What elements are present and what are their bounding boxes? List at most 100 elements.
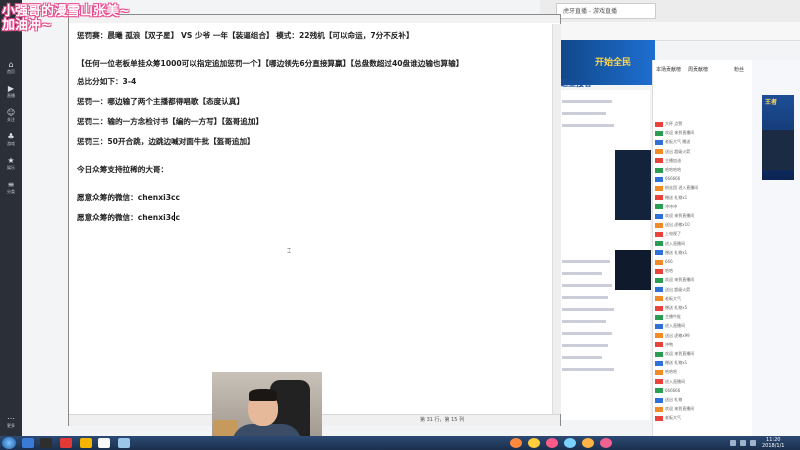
sidebar-item-label: 关注 (7, 117, 15, 122)
sidebar-item-ent[interactable]: ★ 娱乐 (2, 156, 20, 172)
user-badge-icon (655, 241, 663, 247)
streamer-hair (249, 389, 277, 401)
chat-message: 欢迎 来到直播间 (655, 276, 694, 283)
list-item[interactable] (562, 368, 614, 371)
user-badge-icon (655, 213, 663, 219)
tab-weekly[interactable]: 周贡献榜 (688, 66, 708, 73)
list-item[interactable] (562, 356, 602, 359)
chat-tabs: 本场贡献榜 周贡献榜 粉丝 (652, 66, 752, 78)
chat-message: 送出 超级火箭 (655, 148, 690, 155)
list-item[interactable] (562, 260, 610, 263)
list-item[interactable] (562, 272, 602, 275)
chat-message: 上电视了 (655, 230, 681, 237)
user-badge-icon (655, 388, 663, 394)
cursor-position: 第 31 行，第 15 列 (420, 417, 465, 423)
play-icon: ▶ (7, 84, 15, 93)
chat-message-text: 送出 超级火箭 (665, 286, 691, 292)
media-player-icon[interactable] (40, 438, 52, 448)
emoji-icon (546, 438, 558, 448)
chat-message: 送出 礼物 (655, 396, 682, 403)
list-item[interactable] (562, 296, 608, 299)
sidebar-item-category[interactable]: ≡ 分类 (2, 180, 20, 196)
video-thumbnail[interactable] (615, 250, 651, 290)
user-badge-icon (655, 296, 663, 302)
chat-message-text: 欢迎 来到直播间 (665, 213, 695, 218)
user-icon: ☺ (6, 108, 16, 117)
chat-message-text: 送出 礼物 (665, 397, 683, 402)
user-badge-icon (655, 342, 663, 348)
list-item[interactable] (562, 112, 606, 115)
mouse-cursor-icon: ⌶ (287, 247, 292, 255)
list-item[interactable] (562, 124, 614, 127)
chat-message: 666666 (655, 175, 680, 182)
browser-tab[interactable]: 虎牙直播 - 游戏直播 (556, 3, 656, 19)
user-badge-icon (655, 287, 663, 293)
app-sidebar: ⌂ 首页 ▶ 直播 ☺ 关注 ♣ 游戏 ★ 娱乐 ≡ 分类 ⋯ 更多 (0, 0, 22, 436)
chat-message: 哈哈哈哈 (655, 166, 681, 173)
chat-message: 主播牛批 (655, 313, 681, 320)
chat-message: 老板大气 (655, 295, 681, 302)
user-badge-icon (655, 333, 663, 339)
tab-fans[interactable]: 粉丝 (734, 66, 744, 73)
emoji-icon (564, 438, 576, 448)
volume-icon[interactable] (740, 440, 746, 446)
chat-message: 老板大气 (655, 414, 681, 421)
chat-message-text: 老板大气 赠送 (665, 139, 691, 145)
user-badge-icon (655, 195, 663, 201)
list-item[interactable] (562, 100, 612, 103)
list-icon: ≡ (7, 180, 15, 189)
list-item[interactable] (562, 344, 608, 347)
chat-message-text: 赠送 礼物x1 (665, 360, 688, 366)
chat-message: 赠送 礼物x5 (655, 304, 687, 311)
window-icon[interactable] (118, 438, 130, 448)
app-red-icon[interactable] (60, 438, 72, 448)
chat-message-text: 冲冲冲 (665, 203, 677, 209)
notepad-taskbar-icon[interactable] (98, 438, 110, 448)
sidebar-item-label: 分类 (7, 189, 15, 194)
notepad-scrollbar[interactable] (552, 24, 561, 414)
text-line: 【任何一位老板单挂众筹1000可以指定追加惩罚一个】【哪边领先6分直接算赢】【总… (77, 59, 464, 68)
sidebar-item-follow[interactable]: ☺ 关注 (2, 108, 20, 124)
network-icon[interactable] (730, 440, 736, 446)
list-item[interactable] (562, 284, 612, 287)
ad-banner-image (762, 130, 794, 170)
chat-message-text: 送出 超级火箭 (665, 148, 691, 154)
sidebar-item-more[interactable]: ⋯ 更多 (2, 414, 20, 430)
user-badge-icon (655, 379, 663, 385)
home-icon: ⌂ (8, 60, 14, 69)
text-line: 惩罚一：哪边输了两个主播都得唱歌【态度认真】 (77, 97, 245, 106)
chat-message: 送出 超级火箭 (655, 286, 690, 293)
sidebar-item-home[interactable]: ⌂ 首页 (2, 60, 20, 76)
user-badge-icon (655, 130, 663, 136)
chat-message-text: 欢迎 来到直播间 (665, 406, 695, 412)
browser-toolbar (540, 22, 800, 41)
tab-contribution[interactable]: 本场贡献榜 (656, 66, 681, 73)
video-thumbnail[interactable] (615, 150, 651, 220)
notepad-titlebar (69, 15, 560, 23)
sidebar-item-game[interactable]: ♣ 游戏 (2, 132, 20, 148)
text-line: 愿意众筹的微信：chenxi3cc (77, 193, 181, 202)
system-clock[interactable]: 11:20 2018/1/1 (762, 437, 784, 449)
user-badge-icon (655, 250, 663, 256)
chat-message-text: 哈哈 (665, 268, 673, 274)
chat-message-text: 欢迎 来到直播间 (665, 351, 695, 356)
text-line: 今日众筹支持拉稀的大哥： (77, 165, 169, 174)
sidebar-item-label: 娱乐 (7, 165, 15, 170)
input-method-icon[interactable] (750, 440, 756, 446)
chat-message: 主播加油 (655, 157, 681, 164)
list-item[interactable] (562, 332, 612, 335)
sidebar-item-live[interactable]: ▶ 直播 (2, 84, 20, 100)
chat-message: 666666 (655, 387, 680, 394)
user-badge-icon (655, 149, 663, 155)
start-button[interactable] (2, 437, 16, 449)
browser-icon[interactable] (22, 438, 34, 448)
chat-message: 欢迎 来到直播间 (655, 405, 694, 412)
chat-message: 赠送 礼物x1 (655, 249, 687, 256)
folder-icon[interactable] (80, 438, 92, 448)
chat-message: 666 (655, 258, 673, 265)
chat-message-text: 老板大气 (665, 295, 681, 301)
list-item[interactable] (562, 320, 606, 323)
text-line: 惩罚赛：晨曦 孤浪【双子星】 VS 少爷 一年【装逼组合】 模式：22残机【可以… (77, 31, 414, 40)
list-item[interactable] (562, 308, 614, 311)
site-nav-label[interactable]: 逛业搜客 (560, 78, 592, 89)
